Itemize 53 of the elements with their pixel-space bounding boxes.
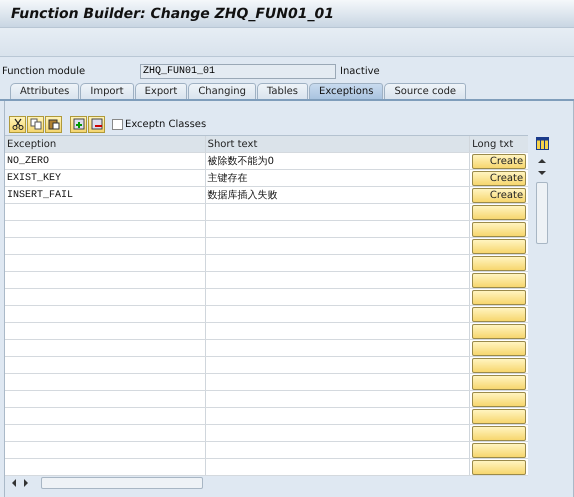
scroll-thumb[interactable] [536, 182, 548, 244]
checkbox-label: Exceptn Classes [125, 118, 206, 130]
create-button[interactable]: Create [472, 188, 526, 202]
create-button[interactable]: Create [472, 170, 526, 186]
long-text-button[interactable] [472, 426, 526, 440]
scroll-thumb[interactable] [41, 477, 203, 489]
tab[interactable]: Attributes [10, 83, 80, 99]
copy-icon[interactable] [27, 116, 44, 132]
long-text-button[interactable] [472, 408, 526, 424]
scroll-down-icon[interactable] [538, 170, 546, 176]
column-header: Long txt [471, 138, 514, 152]
tab[interactable]: Import [80, 83, 134, 99]
function-module-field[interactable]: ZHQ_FUN01_01 [140, 64, 336, 79]
long-text-button[interactable] [472, 392, 526, 406]
long-text-button[interactable] [472, 460, 526, 474]
long-text-button[interactable] [472, 222, 526, 236]
tab[interactable]: Changing [188, 83, 256, 99]
long-text-button[interactable] [472, 238, 526, 254]
scroll-up-icon[interactable] [538, 158, 546, 164]
column-layout-icon[interactable] [536, 137, 548, 150]
checkbox[interactable] [112, 118, 123, 130]
long-text-button[interactable] [472, 442, 526, 458]
table-cell: 被除数不能为0 [206, 153, 470, 169]
table-cell: EXIST_KEY [5, 170, 206, 186]
long-text-button[interactable] [472, 272, 526, 288]
column-header: Exception [5, 136, 206, 152]
long-text-button[interactable] [472, 324, 526, 338]
long-text-button[interactable] [472, 358, 526, 372]
long-text-button[interactable] [472, 290, 526, 304]
insert-row-icon[interactable] [70, 116, 87, 132]
long-text-button[interactable] [472, 204, 526, 220]
paste-icon[interactable] [45, 116, 62, 132]
column-header: Short text [206, 136, 470, 152]
tab[interactable]: Tables [256, 83, 308, 99]
table-cell: NO_ZERO [5, 153, 206, 169]
table-cell: INSERT_FAIL [5, 187, 206, 203]
long-text-button[interactable] [472, 340, 526, 356]
long-text-button[interactable] [472, 306, 526, 322]
cut-icon[interactable] [9, 116, 26, 132]
window-title: Function Builder: Change ZHQ_FUN01_01 [11, 6, 334, 22]
tab[interactable]: Export [134, 83, 188, 99]
tab[interactable]: Exceptions [309, 83, 384, 99]
long-text-button[interactable] [472, 256, 526, 270]
scroll-left-icon[interactable] [11, 479, 17, 487]
long-text-button[interactable] [472, 374, 526, 390]
table-cell: 主键存在 [206, 170, 470, 186]
create-button[interactable]: Create [472, 154, 526, 168]
scroll-right-icon[interactable] [23, 479, 29, 487]
field-label: Function module [1, 66, 86, 77]
delete-row-icon[interactable] [88, 116, 105, 132]
tab[interactable]: Source code [384, 83, 466, 99]
status-text: Inactive [340, 66, 380, 77]
table-cell: 数据库插入失败 [206, 187, 470, 203]
